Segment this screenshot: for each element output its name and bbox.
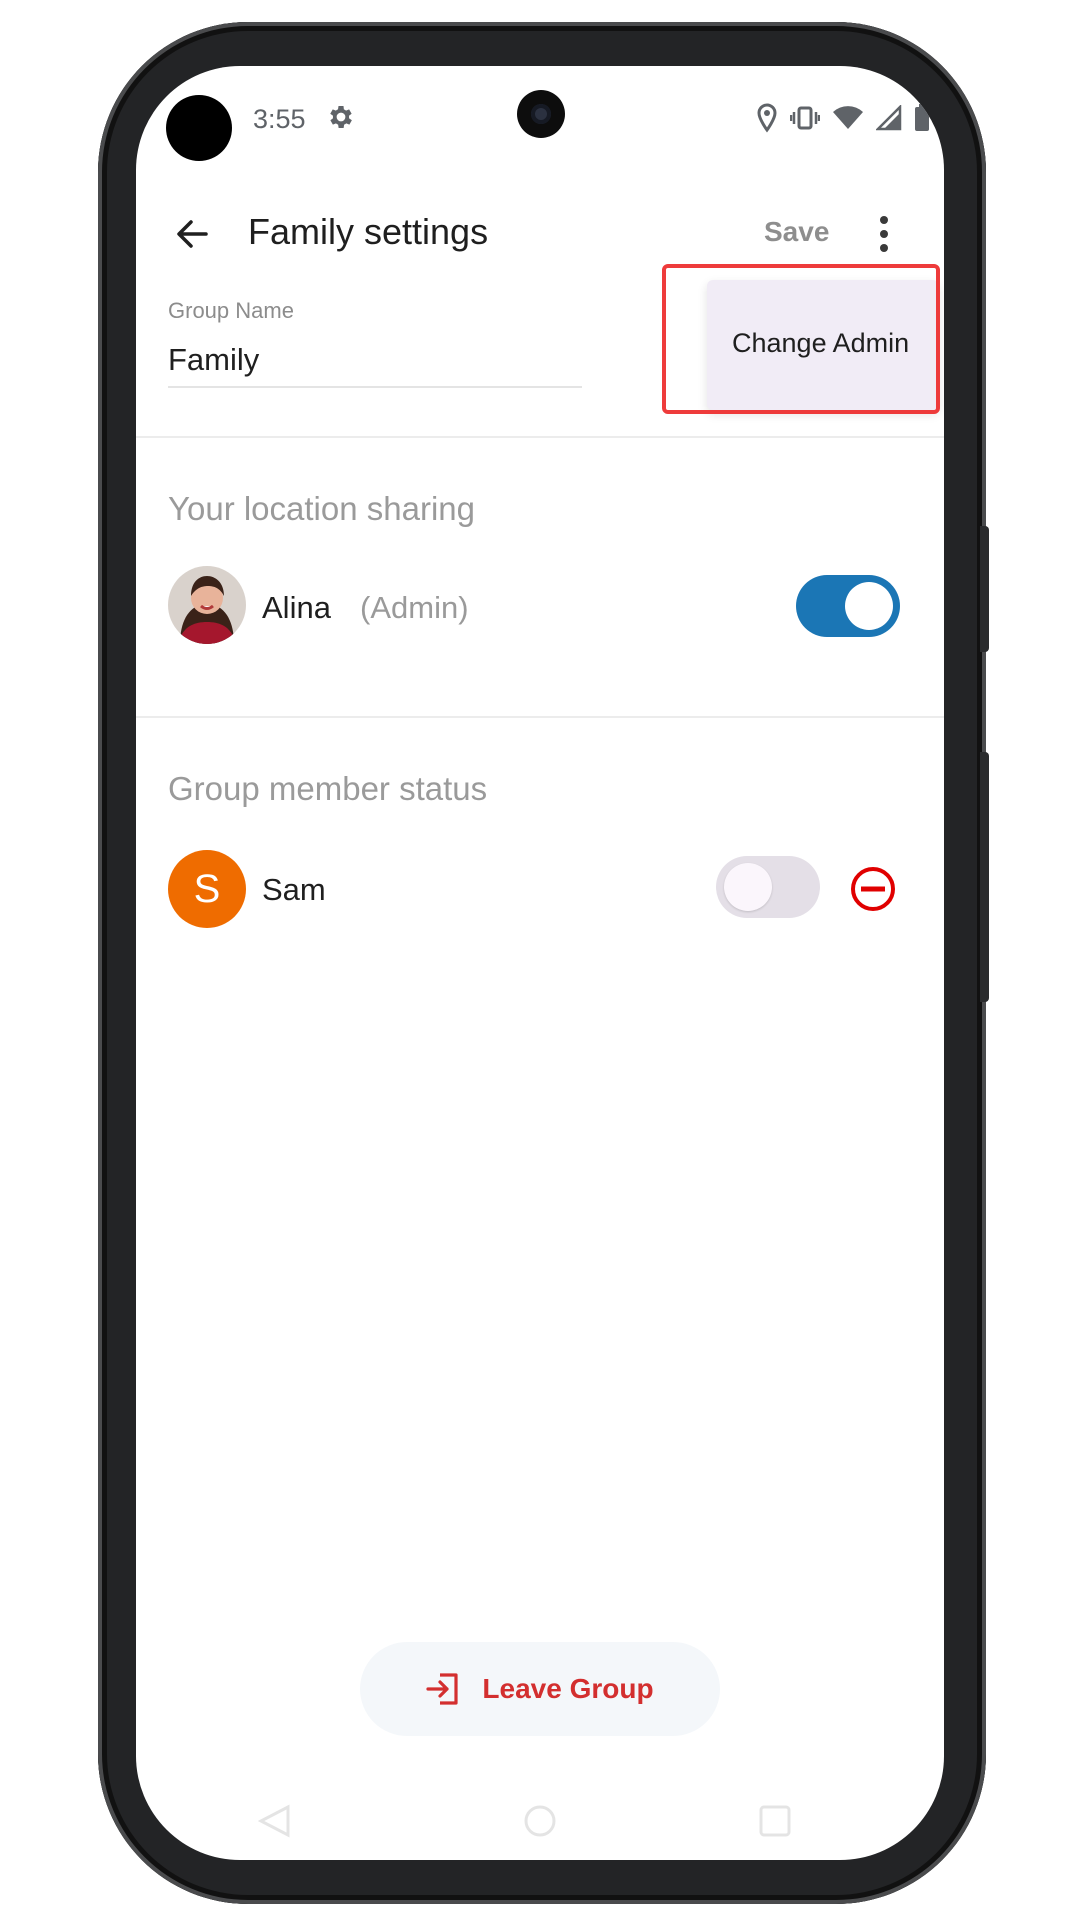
more-vert-icon[interactable] bbox=[872, 212, 896, 256]
status-icons bbox=[756, 102, 930, 134]
page-title: Family settings bbox=[248, 211, 489, 252]
arrow-back-icon[interactable] bbox=[172, 214, 212, 254]
signal-icon bbox=[876, 105, 902, 131]
member-name: Alina bbox=[262, 590, 331, 625]
toggle-knob bbox=[724, 863, 772, 911]
location-pin-icon bbox=[757, 103, 777, 133]
front-camera bbox=[517, 90, 565, 138]
screen: 3:55 Family settings Save Group Name Fam… bbox=[136, 66, 944, 1860]
gear-icon bbox=[330, 106, 352, 128]
group-name-input[interactable]: Family bbox=[168, 342, 259, 378]
vibrate-icon bbox=[790, 106, 820, 130]
wifi-icon bbox=[833, 106, 863, 129]
member-sharing-toggle[interactable] bbox=[716, 856, 820, 918]
avatar bbox=[168, 566, 246, 644]
save-button[interactable]: Save bbox=[764, 216, 829, 248]
group-name-underline bbox=[168, 386, 582, 388]
member-role: (Admin) bbox=[360, 590, 469, 625]
avatar: S bbox=[168, 850, 246, 928]
battery-icon bbox=[915, 104, 929, 131]
group-name-label: Group Name bbox=[168, 298, 294, 323]
section-divider bbox=[136, 436, 944, 438]
avatar-initial: S bbox=[193, 866, 221, 911]
nav-home-icon[interactable] bbox=[522, 1804, 558, 1838]
avatar-placeholder-dot bbox=[166, 95, 232, 161]
highlight-box bbox=[662, 264, 940, 414]
status-time: 3:55 bbox=[253, 104, 306, 134]
leave-group-button[interactable]: Leave Group bbox=[360, 1642, 720, 1736]
remove-member-icon[interactable] bbox=[850, 866, 896, 912]
leave-group-label: Leave Group bbox=[482, 1673, 654, 1704]
toggle-knob bbox=[845, 582, 893, 630]
location-sharing-toggle[interactable] bbox=[796, 575, 900, 637]
member-status-title: Group member status bbox=[168, 770, 488, 807]
location-sharing-title: Your location sharing bbox=[168, 490, 475, 527]
nav-back-icon[interactable] bbox=[256, 1804, 292, 1838]
member-name: Sam bbox=[262, 872, 326, 907]
volume-button bbox=[980, 752, 989, 1002]
exit-icon bbox=[426, 1673, 459, 1705]
nav-recents-icon[interactable] bbox=[758, 1804, 792, 1838]
section-divider bbox=[136, 716, 944, 718]
power-button bbox=[980, 526, 989, 652]
